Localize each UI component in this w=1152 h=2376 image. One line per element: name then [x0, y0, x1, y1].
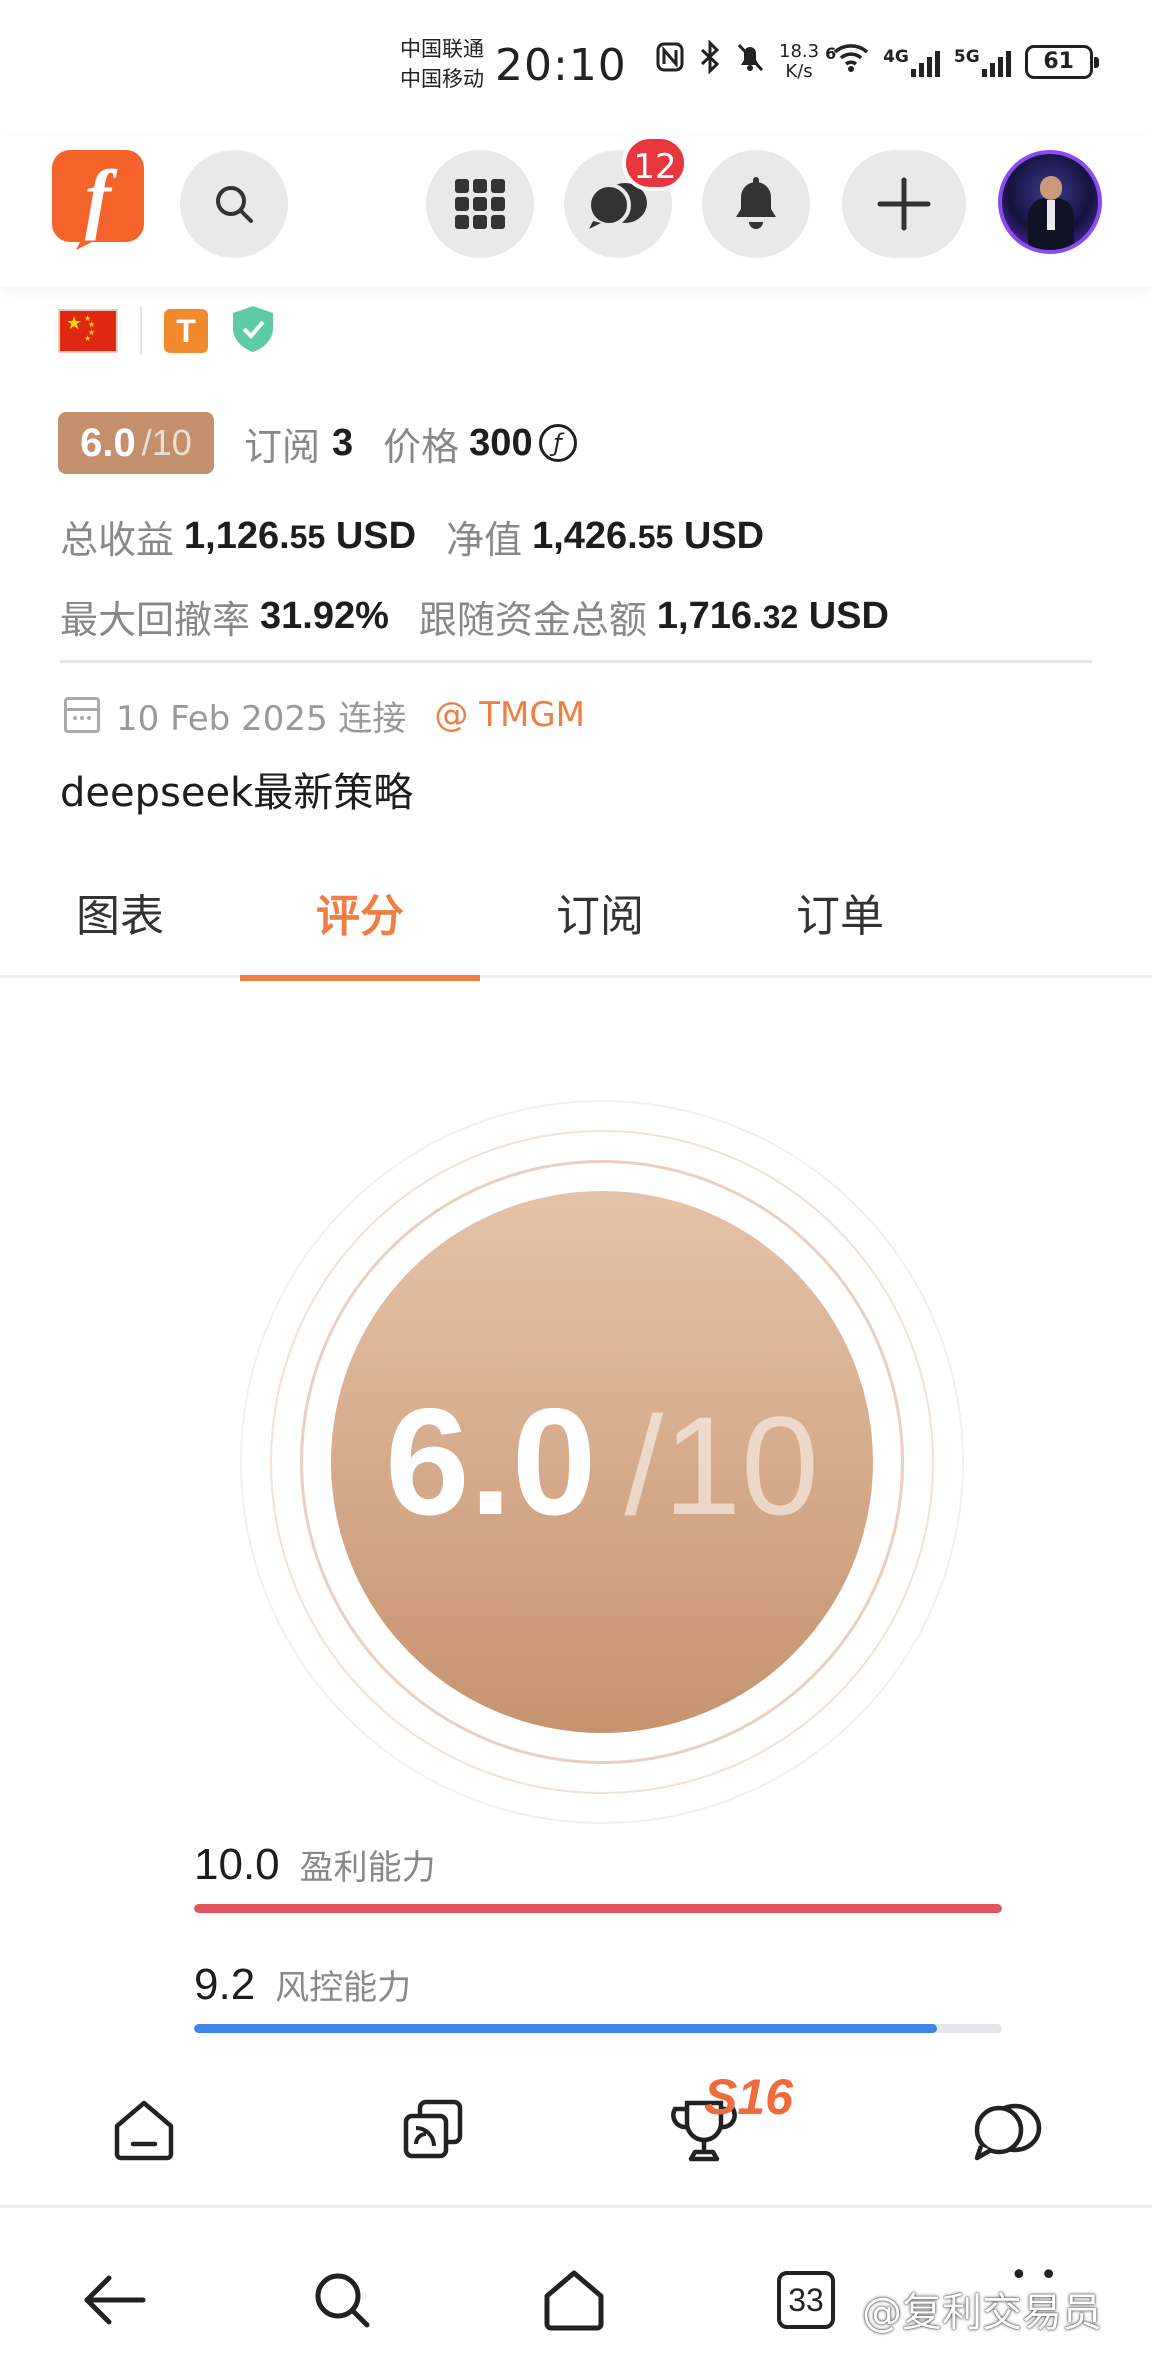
tab-switcher-button[interactable]: 33 — [766, 2260, 846, 2340]
badge-divider — [140, 307, 142, 355]
avatar[interactable] — [998, 150, 1102, 254]
follow-total-label: 跟随资金总额 — [418, 597, 647, 642]
calendar-icon — [64, 697, 100, 733]
tab-bar: 图表 评分 订阅 订单 — [0, 860, 1152, 981]
signal-5g: 5G — [954, 47, 1011, 77]
connection-info: 10 Feb 2025 连接 @ TMGM — [64, 690, 585, 740]
strategy-name: deepseek最新策略 — [60, 770, 414, 816]
home-icon — [114, 2100, 174, 2161]
wifi-tag: 6 — [825, 43, 837, 63]
clock: 20:10 — [495, 40, 627, 91]
metric-profitability: 10.0 盈利能力 — [194, 1840, 1002, 1913]
apps-grid-icon — [455, 179, 505, 229]
signal-4g: 4G — [883, 47, 940, 77]
status-bar: 中国联通 中国移动 20:10 18.3 K/s 6 4G 5G 61 — [0, 0, 1152, 135]
chat-icon — [974, 2103, 1042, 2161]
rating-score: 6.0 — [385, 1376, 597, 1547]
signal-bars-icon — [910, 47, 940, 77]
follow-total-value: 1,716.32 USD — [656, 594, 889, 637]
nav-home[interactable] — [104, 2090, 184, 2170]
metric-label: 风控能力 — [275, 1968, 412, 2008]
trader-type-badge: T — [164, 309, 208, 353]
tab-rating[interactable]: 评分 — [240, 880, 480, 981]
nfc-icon — [655, 41, 685, 84]
tab-count: 33 — [777, 2271, 835, 2329]
net-speed: 18.3 K/s — [779, 41, 820, 82]
score-max: /10 — [141, 422, 192, 463]
back-button[interactable] — [74, 2260, 154, 2340]
rating-circle: 6.0 /10 — [331, 1191, 873, 1733]
bottom-nav — [0, 2062, 1152, 2208]
total-profit-label: 总收益 — [60, 517, 175, 562]
section-divider — [60, 660, 1092, 663]
notifications-button[interactable] — [702, 150, 810, 258]
max-drawdown-label: 最大回撤率 — [60, 597, 251, 642]
metric-bar — [194, 2024, 1002, 2033]
broker-link[interactable]: @ TMGM — [434, 695, 585, 735]
net-value-value: 1,426.55 USD — [532, 514, 765, 557]
tab-subscribe[interactable]: 订阅 — [480, 880, 720, 978]
subscribe-label: 订阅 — [244, 424, 321, 469]
score-pill: 6.0 /10 — [58, 412, 214, 474]
price-label: 价格 — [383, 424, 460, 469]
browser-home-button[interactable] — [534, 2260, 614, 2340]
score-value: 6.0 — [80, 420, 136, 465]
watermark: @复利交易员 — [862, 2290, 1102, 2336]
risk-row: 最大回撤率 31.92% 跟随资金总额 1,716.32 USD — [60, 588, 889, 644]
bell-icon — [736, 177, 776, 229]
profit-row: 总收益 1,126.55 USD 净值 1,426.55 USD — [60, 508, 764, 564]
create-button[interactable] — [842, 150, 966, 258]
metric-label: 盈利能力 — [299, 1848, 436, 1888]
apps-button[interactable] — [426, 150, 534, 258]
metric-bar-fill — [194, 1904, 1002, 1913]
net-value-label: 净值 — [446, 517, 523, 562]
metric-risk-control: 9.2 风控能力 — [194, 1960, 1002, 2033]
carrier-1: 中国联通 — [400, 37, 484, 61]
total-profit-value: 1,126.55 USD — [184, 514, 417, 557]
score-summary: 6.0 /10 订阅 3 价格 300 ƒ — [58, 412, 577, 474]
price-value: 300 — [469, 421, 533, 464]
carrier-info: 中国联通 中国移动 — [400, 34, 484, 94]
contest-season-badge[interactable]: S16 — [704, 2068, 793, 2126]
metric-value: 9.2 — [194, 1960, 256, 2009]
metric-bar — [194, 1904, 1002, 1913]
verified-shield-icon — [230, 304, 276, 358]
messages-badge: 12 — [622, 135, 688, 191]
wifi-icon: 6 — [825, 42, 869, 83]
nav-chat[interactable] — [968, 2090, 1048, 2170]
search-icon — [216, 186, 253, 223]
app-logo[interactable]: f — [52, 150, 144, 250]
metric-value: 10.0 — [194, 1840, 280, 1889]
max-drawdown-value: 31.92% — [260, 594, 389, 637]
tab-orders[interactable]: 订单 — [720, 880, 960, 978]
search-button[interactable] — [180, 150, 288, 258]
mute-bell-icon — [735, 41, 765, 84]
copy-trade-icon — [403, 2099, 463, 2159]
rating-gauge: 6.0 /10 — [240, 1100, 964, 1824]
home-icon — [544, 2270, 604, 2331]
back-arrow-icon — [84, 2275, 146, 2325]
signal-bars-icon — [981, 47, 1011, 77]
metric-bar-fill — [194, 2024, 938, 2033]
search-icon — [315, 2273, 370, 2328]
battery-indicator: 61 — [1024, 45, 1099, 79]
status-icons: 18.3 K/s 6 4G 5G 61 — [655, 38, 1099, 85]
china-flag-icon: ★ ★ ★ ★ ★ — [58, 309, 118, 353]
rating-max: /10 — [624, 1386, 819, 1544]
nav-copy-trade[interactable] — [392, 2090, 472, 2170]
subscribe-count: 3 — [332, 421, 354, 464]
carrier-2: 中国移动 — [400, 67, 484, 91]
trader-badges: ★ ★ ★ ★ ★ T — [58, 304, 276, 358]
bluetooth-icon — [699, 38, 721, 85]
coin-icon: ƒ — [538, 424, 577, 462]
connected-date: 10 Feb 2025 连接 — [116, 698, 407, 739]
plus-icon — [877, 177, 931, 231]
browser-search-button[interactable] — [302, 2260, 382, 2340]
